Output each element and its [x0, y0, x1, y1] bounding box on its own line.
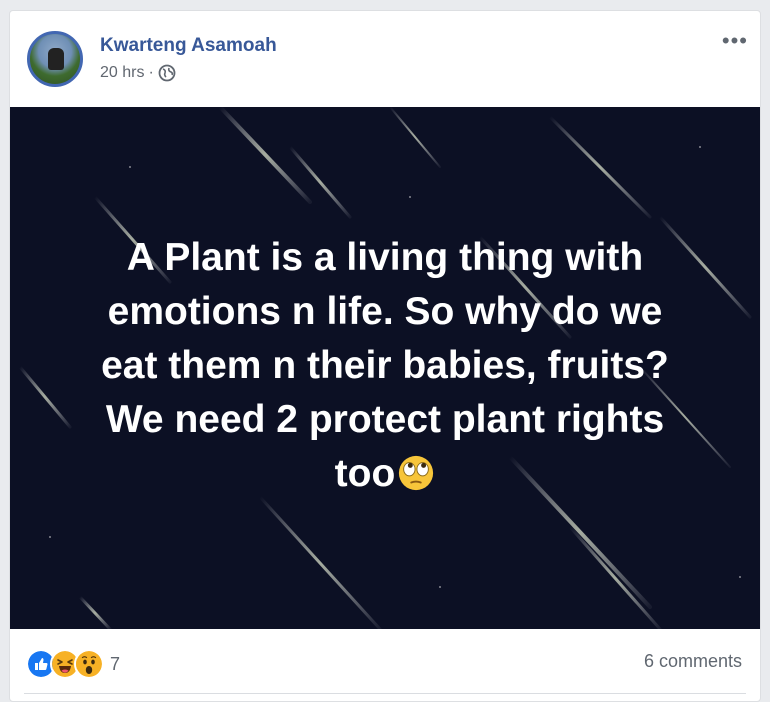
meta-separator: ·	[148, 64, 154, 81]
post-image[interactable]: A Plant is a living thing with emotions …	[10, 107, 760, 629]
post-timestamp[interactable]: 20 hrs	[100, 64, 144, 82]
post-meta: 20 hrs ·	[100, 64, 176, 82]
face-with-rolling-eyes-emoji	[399, 455, 434, 491]
comments-count-link[interactable]: 6 comments	[644, 651, 742, 672]
globe-icon[interactable]	[158, 64, 176, 82]
image-caption: A Plant is a living thing with emotions …	[101, 236, 669, 495]
post-header: Kwarteng Asamoah 20 hrs · •••	[10, 11, 760, 107]
author-name[interactable]: Kwarteng Asamoah	[100, 35, 277, 57]
reactions-summary[interactable]: 7	[26, 649, 120, 679]
author-avatar[interactable]	[27, 31, 83, 87]
wow-reaction-icon	[74, 649, 104, 679]
post-image-text: A Plant is a living thing with emotions …	[30, 231, 740, 501]
post-footer: 7 6 comments	[10, 629, 760, 701]
post-card: Kwarteng Asamoah 20 hrs · ••• A Plant is…	[9, 10, 761, 702]
more-options-button[interactable]: •••	[722, 30, 748, 52]
reaction-count[interactable]: 7	[110, 654, 120, 675]
